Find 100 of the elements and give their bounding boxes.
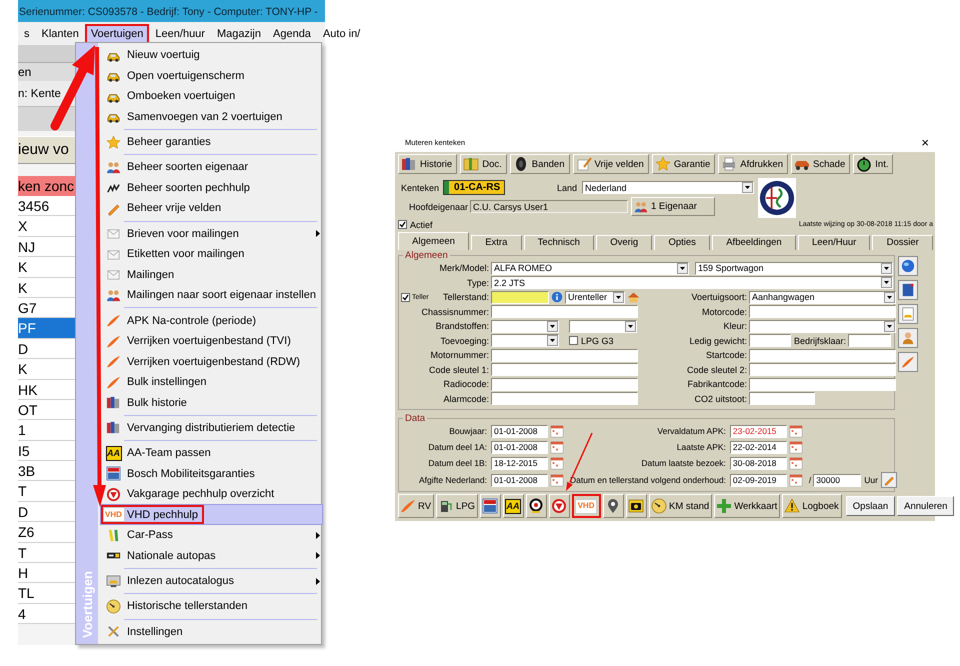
menu-item[interactable]: Beheer vrije velden <box>100 198 323 219</box>
list-row[interactable]: D <box>18 338 75 360</box>
list-row[interactable]: 3456 <box>18 196 75 216</box>
menu-item[interactable]: Vakgarage pechhulp overzicht <box>100 484 323 504</box>
menu-item[interactable]: APK Na-controle (periode) <box>100 310 323 331</box>
toolbar-button[interactable]: Banden <box>510 154 570 174</box>
dropdown[interactable] <box>749 320 896 333</box>
list-row[interactable]: Z6 <box>18 522 75 543</box>
input-field[interactable]: 02-09-2019 <box>730 474 787 486</box>
checkbox[interactable] <box>569 336 578 346</box>
list-row[interactable]: H <box>18 563 75 584</box>
menu-item[interactable]: Vervanging distributieriem detectie <box>100 418 323 438</box>
toolbar-button[interactable]: Werkkaart <box>714 494 780 518</box>
menu-item[interactable]: Mailingen naar soort eigenaar instellen <box>100 284 323 306</box>
input-field[interactable]: 22-02-2014 <box>730 440 787 454</box>
tab[interactable]: Extra <box>471 235 522 250</box>
dropdown[interactable]: Aanhangwagen <box>749 290 896 304</box>
input-field[interactable] <box>491 305 638 318</box>
menu-item[interactable]: Bosch Mobiliteitsgaranties <box>100 463 323 484</box>
list-row[interactable]: TL <box>18 583 75 604</box>
list-row[interactable]: T <box>18 481 75 502</box>
toolbar-button[interactable]: KM stand <box>649 494 712 518</box>
menu-item[interactable]: Mailingen <box>100 264 323 285</box>
dropdown[interactable] <box>569 320 637 333</box>
toolbar-button[interactable] <box>626 494 648 518</box>
dropdown[interactable]: Urenteller <box>565 290 625 304</box>
toolbar-button[interactable]: Vrije velden <box>572 154 649 174</box>
side-button[interactable] <box>898 256 918 276</box>
list-row[interactable]: K <box>18 278 75 298</box>
input-field[interactable] <box>848 334 892 348</box>
menu-item[interactable]: Beheer soorten pechhulp <box>100 178 323 198</box>
list-row[interactable]: 1 <box>18 420 75 441</box>
menu-item[interactable]: Open voertuigenscherm <box>100 66 323 86</box>
list-row[interactable]: HK <box>18 380 75 400</box>
list-row[interactable]: 3B <box>18 461 75 482</box>
list-row[interactable]: G7 <box>18 298 75 318</box>
list-row[interactable]: OT <box>18 400 75 420</box>
tab[interactable]: Dossier <box>872 235 933 250</box>
dropdown[interactable]: Nederland <box>582 181 754 194</box>
menu-bar-item[interactable]: Magazijn <box>210 24 267 44</box>
menu-bar-item[interactable]: Leen/huur <box>149 24 211 44</box>
menu-bar-item[interactable]: Agenda <box>267 24 317 44</box>
tab[interactable]: Technisch <box>524 235 594 250</box>
tab[interactable]: Overig <box>596 235 652 250</box>
menu-item[interactable]: Samenvoegen van 2 voertuigen <box>100 106 323 127</box>
edit-button[interactable] <box>881 472 897 488</box>
toolbar-button[interactable] <box>526 494 548 518</box>
input-field[interactable] <box>749 305 896 318</box>
menu-item[interactable]: Inlezen autocatalogus <box>100 570 323 592</box>
toolbar-button[interactable]: LPG <box>436 494 478 518</box>
list-row[interactable]: T <box>18 542 75 564</box>
toolbar-button[interactable]: Doc. <box>460 154 507 174</box>
list-row[interactable]: I5 <box>18 440 75 462</box>
input-field[interactable] <box>491 363 638 376</box>
input-field[interactable] <box>491 290 549 304</box>
menu-item[interactable]: Nieuw voertuig <box>100 45 323 66</box>
list-row[interactable]: D <box>18 502 75 522</box>
toolbar-button[interactable]: Schade <box>791 154 850 174</box>
input-field[interactable] <box>491 392 638 406</box>
menu-item[interactable]: Brieven voor mailingen <box>100 223 323 244</box>
dialog-button[interactable]: Opslaan <box>846 496 896 516</box>
close-button[interactable]: × <box>921 136 929 149</box>
checkbox[interactable] <box>398 220 407 229</box>
toolbar-button[interactable]: RV <box>398 494 434 518</box>
menu-item[interactable]: Omboeken voertuigen <box>100 86 323 106</box>
menu-item[interactable]: VHD VHD pechhulp <box>100 504 323 525</box>
toolbar-button[interactable]: Afdrukken <box>718 154 788 174</box>
side-button[interactable] <box>898 304 918 324</box>
menu-item[interactable]: Verrijken voertuigenbestand (TVI) <box>100 330 323 352</box>
toolbar-button[interactable]: Int. <box>853 154 894 174</box>
input-field[interactable]: 30000 <box>813 474 862 486</box>
menu-item[interactable]: Beheer soorten eigenaar <box>100 157 323 178</box>
input-field[interactable]: 30-08-2018 <box>730 456 787 470</box>
menu-item[interactable]: Beheer garanties <box>100 132 323 152</box>
toolbar-button[interactable] <box>603 494 624 518</box>
input-field[interactable] <box>749 378 896 391</box>
toolbar-button[interactable]: Historie <box>398 154 458 174</box>
menu-item[interactable]: AA AA-Team passen <box>100 442 323 464</box>
menu-bar-item[interactable]: Voertuigen <box>84 24 150 44</box>
menu-item[interactable]: Etiketten voor mailingen <box>100 244 323 264</box>
dialog-button[interactable]: Annuleren <box>897 496 954 516</box>
menu-bar-item[interactable]: Klanten <box>36 24 85 44</box>
toolbar-button[interactable]: Garantie <box>652 154 716 174</box>
checkbox[interactable] <box>401 292 410 302</box>
menu-item[interactable]: Verrijken voertuigenbestand (RDW) <box>100 351 323 372</box>
list-row[interactable]: NJ <box>18 236 75 258</box>
owners-button[interactable]: 1 Eigenaar <box>631 197 715 216</box>
side-button[interactable] <box>898 280 918 300</box>
dropdown[interactable]: ALFA ROMEO <box>491 262 689 275</box>
new-button[interactable]: ieuw vo <box>18 136 75 164</box>
input-field[interactable]: 01-01-2008 <box>491 440 548 454</box>
toolbar-button[interactable]: Logboek <box>782 494 842 518</box>
input-field[interactable] <box>749 334 791 348</box>
input-field[interactable] <box>491 378 638 391</box>
input-field[interactable] <box>749 392 815 406</box>
list-row[interactable]: K <box>18 257 75 278</box>
input-field[interactable]: 01-01-2008 <box>491 424 548 438</box>
dropdown[interactable]: 2.2 JTS <box>491 276 893 290</box>
input-field[interactable] <box>749 363 896 376</box>
menu-item[interactable]: Car-Pass <box>100 524 323 546</box>
